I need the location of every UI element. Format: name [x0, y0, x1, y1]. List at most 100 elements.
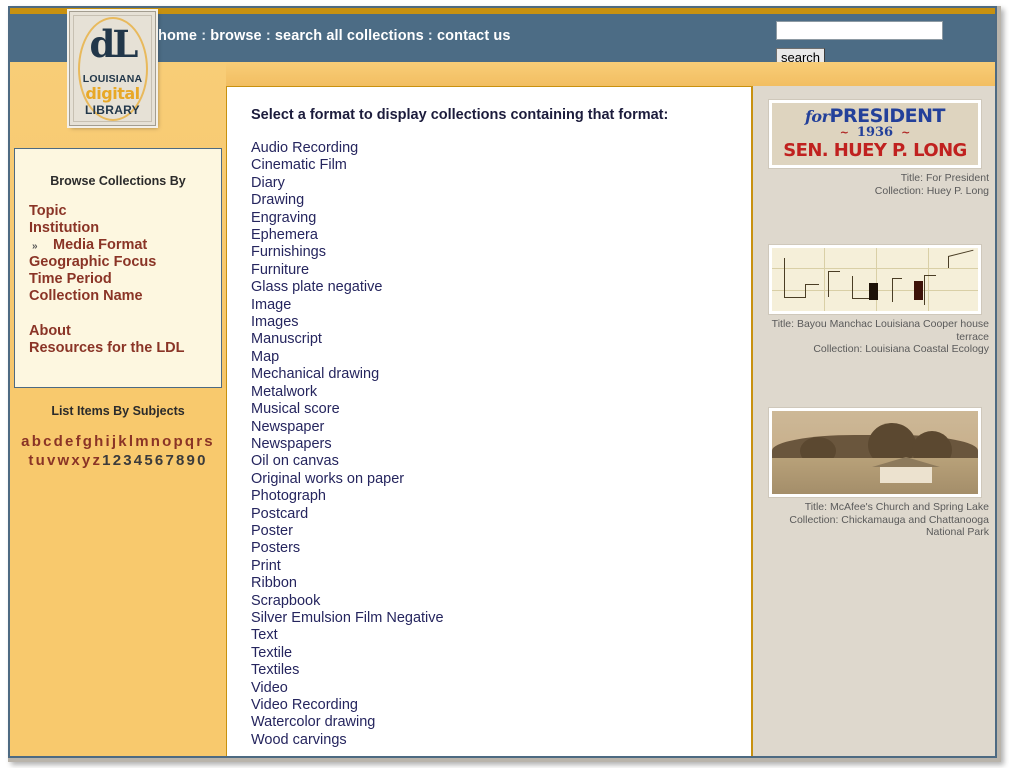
alphabet-link-p[interactable]: p: [173, 433, 184, 450]
digit-link-0[interactable]: 0: [197, 452, 208, 469]
media-format-link[interactable]: Original works on paper: [251, 471, 721, 488]
featured-thumbnail-for-president[interactable]: forPRESIDENT ~1936 ~ SEN. HUEY P. LONG: [769, 100, 981, 168]
alphabet-link-n[interactable]: n: [151, 433, 162, 450]
alphabet-link-f[interactable]: f: [76, 433, 83, 450]
sidebar-item-label: Topic: [29, 203, 67, 219]
alphabet-link-w[interactable]: w: [57, 452, 71, 469]
media-format-link[interactable]: Engraving: [251, 210, 721, 227]
page-title: Select a format to display collections c…: [251, 107, 669, 123]
search-input[interactable]: [776, 21, 943, 40]
media-format-link[interactable]: Manuscript: [251, 331, 721, 348]
nav-item-search-all-collections[interactable]: search all collections: [275, 28, 424, 44]
media-format-link[interactable]: Image: [251, 297, 721, 314]
nav-item-browse[interactable]: browse: [210, 28, 261, 44]
alphabet-link-d[interactable]: d: [54, 433, 65, 450]
media-format-link[interactable]: Print: [251, 558, 721, 575]
media-format-link[interactable]: Glass plate negative: [251, 279, 721, 296]
alphabet-link-s[interactable]: s: [204, 433, 215, 450]
sidebar-item-media-format[interactable]: » Media Format: [29, 237, 219, 254]
media-format-link[interactable]: Photograph: [251, 488, 721, 505]
alphabet-link-q[interactable]: q: [185, 433, 196, 450]
sidebar-item-geographic-focus[interactable]: Geographic Focus: [29, 254, 219, 271]
sidebar-item-resources-for-the-ldl[interactable]: Resources for the LDL: [29, 340, 219, 357]
logo-monogram-icon: dL: [89, 22, 139, 66]
media-format-link[interactable]: Newspaper: [251, 419, 721, 436]
media-format-link[interactable]: Diary: [251, 175, 721, 192]
current-selection-marker-icon: »: [32, 241, 38, 252]
media-format-link[interactable]: Text: [251, 627, 721, 644]
site-logo[interactable]: dL LOUISIANA digital LIBRARY: [69, 11, 156, 126]
sidebar-item-time-period[interactable]: Time Period: [29, 271, 219, 288]
featured-collection: Collection: Chickamauga and Chattanooga …: [789, 513, 989, 539]
media-format-link[interactable]: Mechanical drawing: [251, 366, 721, 383]
media-format-link[interactable]: Musical score: [251, 401, 721, 418]
alphabet-link-y[interactable]: y: [82, 452, 93, 469]
sidebar-item-institution[interactable]: Institution: [29, 220, 219, 237]
media-format-link[interactable]: Audio Recording: [251, 140, 721, 157]
media-format-link[interactable]: Newspapers: [251, 436, 721, 453]
featured-thumbnail-bayou-manchac[interactable]: [769, 245, 981, 314]
media-format-link[interactable]: Silver Emulsion Film Negative: [251, 610, 721, 627]
digit-link-9[interactable]: 9: [187, 452, 198, 469]
digit-link-8[interactable]: 8: [176, 452, 187, 469]
sidebar-item-topic[interactable]: Topic: [29, 203, 219, 220]
digit-link-5[interactable]: 5: [144, 452, 155, 469]
alphabet-link-o[interactable]: o: [162, 433, 173, 450]
featured-thumbnail-mcafees-church[interactable]: [769, 408, 981, 497]
media-format-link[interactable]: Ribbon: [251, 575, 721, 592]
media-format-link[interactable]: Map: [251, 349, 721, 366]
media-format-link[interactable]: Posters: [251, 540, 721, 557]
sidebar-item-collection-name[interactable]: Collection Name: [29, 288, 219, 305]
media-format-link[interactable]: Oil on canvas: [251, 453, 721, 470]
media-format-link[interactable]: Textile: [251, 645, 721, 662]
digit-link-4[interactable]: 4: [134, 452, 145, 469]
sidebar-item-label: About: [29, 323, 71, 339]
nav-item-contact-us[interactable]: contact us: [437, 28, 511, 44]
media-format-link[interactable]: Video: [251, 680, 721, 697]
media-format-link[interactable]: Textiles: [251, 662, 721, 679]
featured-caption: Title: For President Collection: Huey P.…: [753, 168, 997, 197]
digit-link-1[interactable]: 1: [102, 452, 113, 469]
media-format-link[interactable]: Postcard: [251, 506, 721, 523]
media-format-link[interactable]: Drawing: [251, 192, 721, 209]
alphabet-link-t[interactable]: t: [28, 452, 35, 469]
featured-title: Title: Bayou Manchac Louisiana Cooper ho…: [771, 318, 989, 343]
media-format-link[interactable]: Poster: [251, 523, 721, 540]
media-format-link[interactable]: Video Recording: [251, 697, 721, 714]
digit-link-2[interactable]: 2: [113, 452, 124, 469]
alphabet-link-z[interactable]: z: [92, 452, 102, 469]
nav-item-home[interactable]: home: [158, 28, 197, 44]
alphabet-link-g[interactable]: g: [83, 433, 94, 450]
alphabet-link-c[interactable]: c: [43, 433, 54, 450]
alphabet-row-1: abcdefghijklmnopqrs: [14, 432, 222, 451]
digit-link-3[interactable]: 3: [123, 452, 134, 469]
media-format-link[interactable]: Cinematic Film: [251, 157, 721, 174]
alphabet-link-u[interactable]: u: [36, 452, 47, 469]
alphabet-link-x[interactable]: x: [71, 452, 82, 469]
sidebar-item-about[interactable]: About: [29, 323, 219, 340]
media-format-link[interactable]: Scrapbook: [251, 593, 721, 610]
featured-caption: Title: McAfee's Church and Spring Lake C…: [753, 497, 997, 539]
alphabet-link-v[interactable]: v: [47, 452, 58, 469]
alphabet-link-a[interactable]: a: [21, 433, 32, 450]
media-format-link[interactable]: Metalwork: [251, 384, 721, 401]
featured-item[interactable]: Title: Bayou Manchac Louisiana Cooper ho…: [753, 245, 997, 356]
alphabet-link-m[interactable]: m: [135, 433, 151, 450]
featured-collection: Collection: Huey P. Long: [874, 184, 989, 197]
alphabet-link-e[interactable]: e: [65, 433, 76, 450]
poster-word-for: for: [805, 107, 830, 126]
media-format-link[interactable]: Watercolor drawing: [251, 714, 721, 731]
media-format-link[interactable]: Images: [251, 314, 721, 331]
media-format-link[interactable]: Ephemera: [251, 227, 721, 244]
media-format-link[interactable]: Furnishings: [251, 244, 721, 261]
media-format-link[interactable]: Furniture: [251, 262, 721, 279]
alphabet-link-h[interactable]: h: [94, 433, 105, 450]
media-format-link[interactable]: Wood carvings: [251, 732, 721, 749]
featured-item[interactable]: Title: McAfee's Church and Spring Lake C…: [753, 408, 997, 539]
digit-link-6[interactable]: 6: [155, 452, 166, 469]
digit-link-7[interactable]: 7: [165, 452, 176, 469]
alphabet-row-2: tuvwxyz1234567890: [14, 451, 222, 470]
alphabet-link-k[interactable]: k: [118, 433, 129, 450]
alphabet-link-b[interactable]: b: [32, 433, 43, 450]
featured-item[interactable]: forPRESIDENT ~1936 ~ SEN. HUEY P. LONG Ti…: [753, 100, 997, 197]
